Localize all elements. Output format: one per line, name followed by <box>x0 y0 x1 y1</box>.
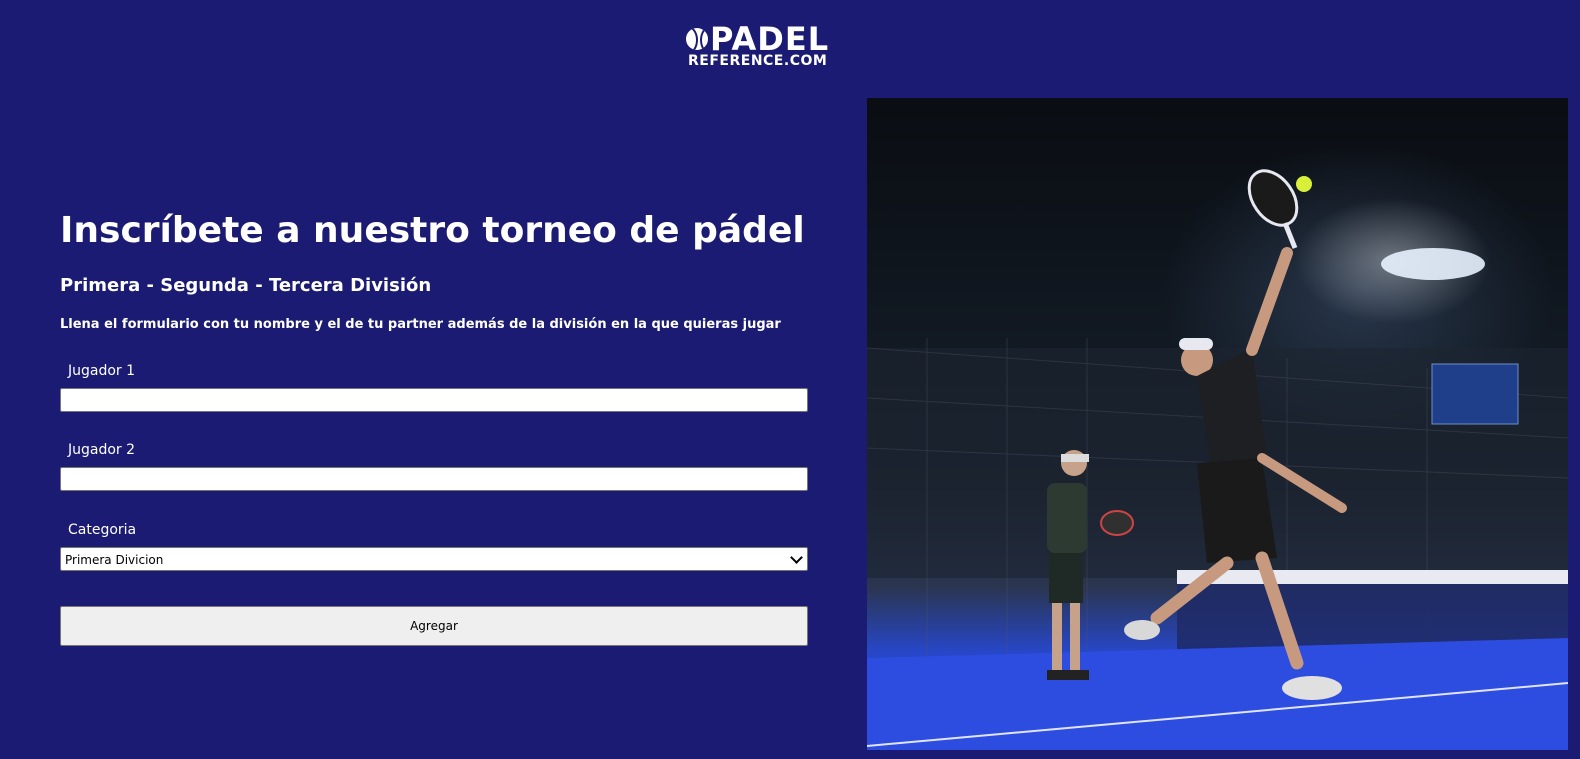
net-band <box>1177 570 1568 584</box>
player1-input[interactable] <box>60 388 808 412</box>
player2-label: Jugador 2 <box>68 442 136 458</box>
page-title: Inscríbete a nuestro torneo de pádel <box>60 210 805 251</box>
header: PADEL REFERENCE.COM <box>0 0 1580 98</box>
category-label: Categoria <box>68 522 137 538</box>
category-selected-value: Primera Divicion <box>65 553 164 567</box>
brand-domain: REFERENCE.COM <box>688 53 828 69</box>
padel-ball-icon <box>686 28 708 50</box>
padel-player-photo <box>867 98 1568 750</box>
form-description: Llena el formulario con tu nombre y el d… <box>60 317 781 332</box>
player2-input[interactable] <box>60 467 808 491</box>
padel-ball <box>1296 176 1312 192</box>
divisions-subtitle: Primera - Segunda - Tercera División <box>60 275 432 296</box>
brand-name: PADEL <box>710 20 830 58</box>
court-surface <box>867 638 1568 750</box>
brand-logo[interactable]: PADEL REFERENCE.COM <box>686 22 886 70</box>
chevron-down-icon <box>790 551 803 564</box>
photo-illustration <box>867 169 1568 750</box>
category-select[interactable]: Primera Divicion <box>60 547 808 571</box>
scoreboard <box>1431 363 1519 425</box>
add-button[interactable]: Agregar <box>60 606 808 646</box>
stadium-light <box>1381 248 1485 280</box>
player1-label: Jugador 1 <box>68 363 136 379</box>
